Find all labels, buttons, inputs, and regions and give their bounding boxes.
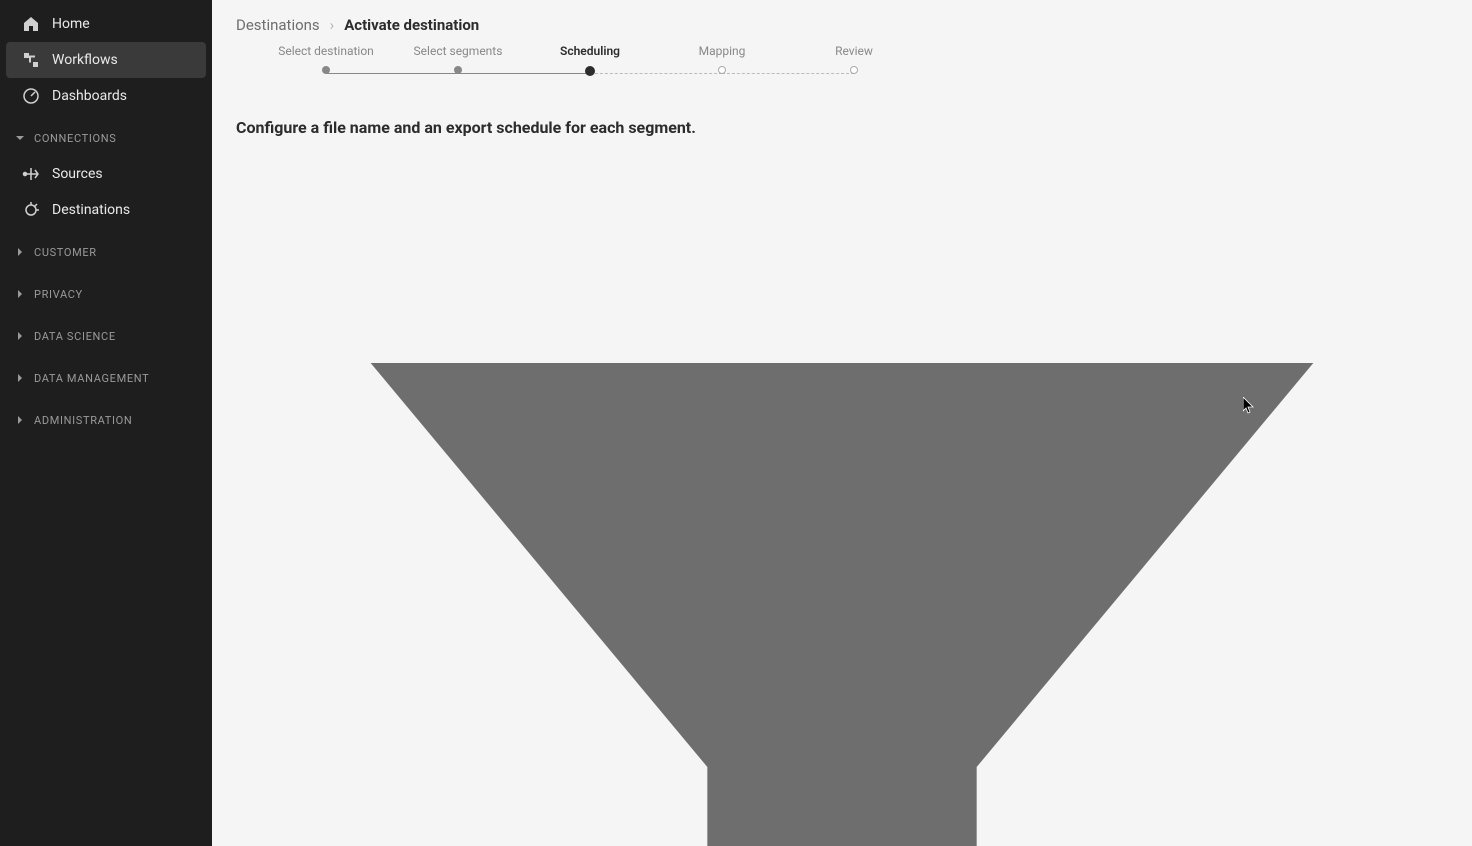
chevron-right-icon — [14, 414, 26, 426]
breadcrumb: Destinations › Activate destination — [236, 16, 1448, 34]
wizard-stepper: Select destination Select segments Sched… — [236, 34, 1448, 76]
sidebar-section-administration[interactable]: ADMINISTRATION — [0, 402, 212, 438]
step-dot-icon — [718, 66, 726, 74]
sidebar-item-sources[interactable]: Sources — [0, 156, 212, 192]
left-sidebar: Home Workflows Dashboards CONNECTIONS So… — [0, 0, 212, 846]
sidebar-item-label: Dashboards — [52, 88, 127, 104]
page-title: Configure a file name and an export sche… — [236, 118, 1448, 137]
sidebar-item-label: Sources — [52, 166, 103, 182]
step-dot-icon — [585, 66, 595, 76]
breadcrumb-parent[interactable]: Destinations — [236, 16, 320, 34]
workflow-icon — [22, 51, 40, 69]
step-select-segments[interactable]: Select segments — [392, 44, 524, 74]
step-label: Mapping — [699, 44, 746, 58]
sidebar-section-privacy[interactable]: PRIVACY — [0, 276, 212, 312]
breadcrumb-current: Activate destination — [344, 16, 479, 34]
step-label: Scheduling — [560, 44, 620, 58]
sidebar-item-label: Workflows — [52, 52, 118, 68]
sidebar-item-label: Home — [52, 16, 90, 32]
step-label: Review — [835, 44, 873, 58]
sidebar-section-data-science[interactable]: DATA SCIENCE — [0, 318, 212, 354]
sources-icon — [22, 165, 40, 183]
sidebar-section-connections[interactable]: CONNECTIONS — [0, 120, 212, 156]
sidebar-item-label: Destinations — [52, 202, 130, 218]
sidebar-item-destinations[interactable]: Destinations — [0, 192, 212, 228]
step-review[interactable]: Review — [788, 44, 920, 74]
sidebar-section-data-management[interactable]: DATA MANAGEMENT — [0, 360, 212, 396]
home-icon — [22, 15, 40, 33]
section-label: CONNECTIONS — [34, 132, 116, 145]
chevron-right-icon: › — [330, 16, 335, 34]
chevron-right-icon — [14, 288, 26, 300]
chevron-right-icon — [14, 246, 26, 258]
step-dot-icon — [850, 66, 858, 74]
section-label: DATA MANAGEMENT — [34, 372, 149, 385]
step-mapping[interactable]: Mapping — [656, 44, 788, 74]
main-content: Destinations › Activate destination Sele… — [212, 0, 1472, 846]
sidebar-item-dashboards[interactable]: Dashboards — [0, 78, 212, 114]
sidebar-item-workflows[interactable]: Workflows — [6, 42, 206, 78]
chevron-right-icon — [14, 330, 26, 342]
step-label: Select segments — [414, 44, 503, 58]
destinations-icon — [22, 201, 40, 219]
sidebar-section-customer[interactable]: CUSTOMER — [0, 234, 212, 270]
sidebar-item-home[interactable]: Home — [0, 6, 212, 42]
step-scheduling[interactable]: Scheduling — [524, 44, 656, 76]
step-dot-icon — [454, 66, 462, 74]
chevron-down-icon — [14, 132, 26, 144]
section-label: DATA SCIENCE — [34, 330, 116, 343]
section-label: CUSTOMER — [34, 246, 97, 259]
section-label: PRIVACY — [34, 288, 83, 301]
step-dot-icon — [322, 66, 330, 74]
step-select-destination[interactable]: Select destination — [260, 44, 392, 74]
section-label: ADMINISTRATION — [34, 414, 132, 427]
dashboard-icon — [22, 87, 40, 105]
chevron-right-icon — [14, 372, 26, 384]
step-label: Select destination — [278, 44, 374, 58]
